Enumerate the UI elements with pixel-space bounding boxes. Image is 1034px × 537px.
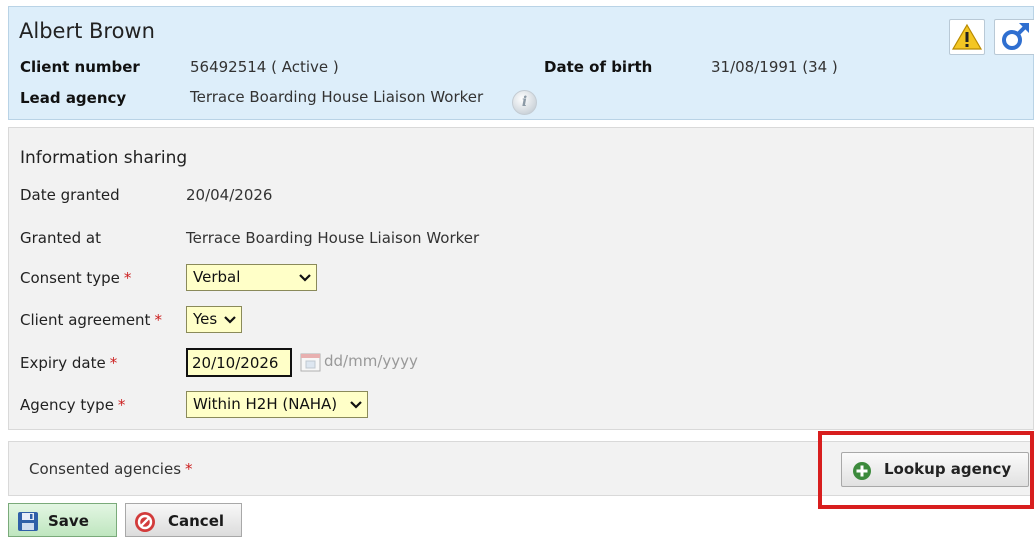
required-marker: * — [123, 269, 132, 287]
gender-button[interactable] — [994, 19, 1034, 55]
client-agreement-label-text: Client agreement — [20, 311, 151, 329]
expiry-date-label: Expiry date * — [20, 354, 117, 372]
agency-type-value: Within H2H (NAHA) — [193, 395, 338, 413]
required-marker: * — [185, 460, 193, 478]
client-name: Albert Brown — [19, 19, 155, 43]
client-number-value: 56492514 ( Active ) — [190, 58, 339, 76]
cancel-icon — [135, 512, 155, 532]
client-number-label: Client number — [20, 58, 140, 76]
dob-value: 31/08/1991 (34 ) — [711, 58, 838, 76]
granted-at-value: Terrace Boarding House Liaison Worker — [186, 229, 480, 247]
chevron-down-icon — [224, 316, 236, 324]
date-granted-label: Date granted — [20, 186, 120, 204]
required-marker: * — [109, 354, 118, 372]
chevron-down-icon — [350, 401, 362, 409]
client-header: Albert Brown Client number 56492514 ( Ac… — [8, 6, 1034, 120]
agency-type-label: Agency type * — [20, 396, 125, 414]
lead-agency-label: Lead agency — [20, 89, 127, 107]
consent-type-label-text: Consent type — [20, 269, 120, 287]
expiry-date-label-text: Expiry date — [20, 354, 106, 372]
save-label: Save — [48, 512, 89, 530]
chevron-down-icon — [299, 274, 311, 282]
info-icon[interactable]: i — [512, 90, 537, 115]
highlight-box — [818, 431, 1034, 509]
consented-agencies-label-text: Consented agencies — [29, 460, 182, 478]
lead-agency-value: Terrace Boarding House Liaison Worker — [190, 88, 484, 106]
panel-title: Information sharing — [20, 148, 188, 168]
agency-type-select[interactable]: Within H2H (NAHA) — [186, 391, 368, 418]
dob-label: Date of birth — [544, 58, 653, 76]
cancel-button[interactable]: Cancel — [125, 503, 242, 537]
cancel-label: Cancel — [168, 512, 225, 530]
warning-button[interactable] — [949, 19, 985, 55]
agency-type-label-text: Agency type — [20, 396, 114, 414]
consented-agencies-label: Consented agencies * — [29, 460, 193, 478]
save-button[interactable]: Save — [8, 503, 117, 537]
client-agreement-value: Yes — [193, 310, 218, 328]
required-marker: * — [117, 396, 126, 414]
expiry-date-input[interactable]: 20/10/2026 — [186, 348, 292, 377]
warning-icon — [951, 23, 983, 50]
information-sharing-panel: Information sharing Date granted 20/04/2… — [8, 127, 1034, 430]
granted-at-label: Granted at — [20, 229, 101, 247]
consent-type-label: Consent type * — [20, 269, 131, 287]
required-marker: * — [154, 311, 162, 329]
client-agreement-select[interactable]: Yes — [186, 306, 242, 333]
client-agreement-label: Client agreement * — [20, 311, 162, 329]
floppy-disk-icon — [18, 512, 38, 531]
male-icon — [1002, 23, 1029, 50]
calendar-icon[interactable] — [300, 352, 321, 372]
consent-type-select[interactable]: Verbal — [186, 264, 317, 291]
date-format-hint: dd/mm/yyyy — [324, 352, 418, 370]
consent-type-value: Verbal — [193, 268, 241, 286]
date-granted-value: 20/04/2026 — [186, 186, 273, 204]
